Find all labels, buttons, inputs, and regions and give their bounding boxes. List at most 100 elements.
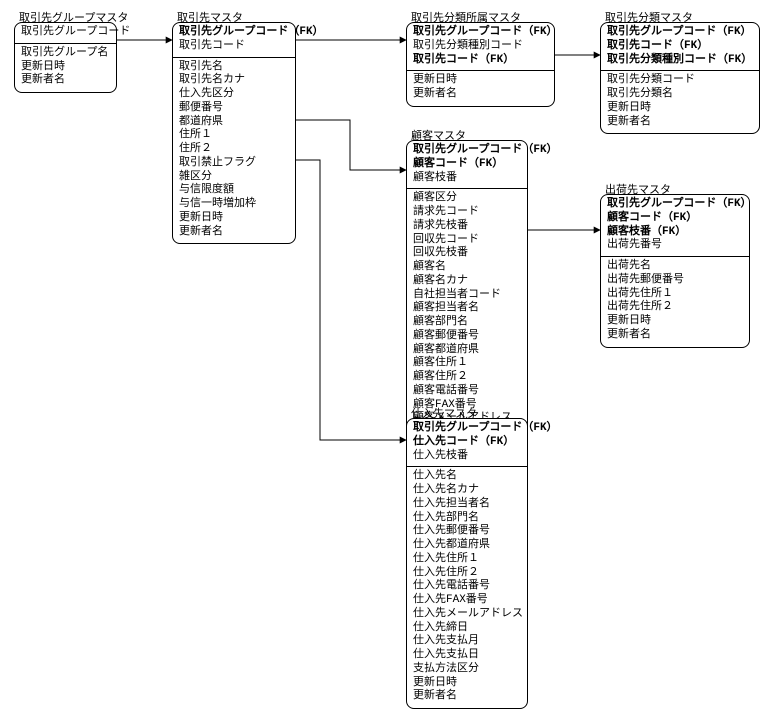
field: 顧客都道府県	[413, 344, 521, 358]
entity-cat: 取引先分類マスタ 取引先グループコード（FK）取引先コード（FK）取引先分類種別…	[600, 22, 760, 134]
field: 顧客名カナ	[413, 275, 521, 289]
field: 仕入先区分	[179, 88, 289, 102]
field: 仕入先名	[413, 470, 521, 484]
field: 仕入先部門名	[413, 512, 521, 526]
field: 仕入先枝番	[413, 450, 521, 464]
attrs-section: 取引先名取引先名カナ仕入先区分郵便番号都道府県住所１住所２取引禁止フラグ雑区分与…	[173, 58, 295, 244]
field: 回収先コード	[413, 234, 521, 248]
field: 更新日時	[21, 61, 110, 75]
field: 住所１	[179, 129, 289, 143]
field: 出荷先番号	[607, 239, 743, 253]
field: 自社担当者コード	[413, 289, 521, 303]
attrs-section: 更新日時更新者名	[407, 71, 554, 106]
field: 取引先コード（FK）	[413, 54, 548, 68]
attrs-section: 仕入先名仕入先名カナ仕入先担当者名仕入先部門名仕入先郵便番号仕入先都道府県仕入先…	[407, 467, 527, 708]
field: 更新者名	[607, 116, 753, 130]
field: 仕入先都道府県	[413, 539, 521, 553]
field: 顧客コード（FK）	[413, 158, 521, 172]
field: 支払方法区分	[413, 663, 521, 677]
pk-section: 取引先グループコード（FK）取引先コード	[173, 23, 295, 58]
field: 顧客名	[413, 261, 521, 275]
field: 出荷先郵便番号	[607, 274, 743, 288]
field: 取引禁止フラグ	[179, 157, 289, 171]
pk-section: 取引先グループコード（FK）顧客コード（FK）顧客枝番	[407, 141, 527, 189]
field: 顧客住所１	[413, 357, 521, 371]
entity-title: 取引先グループマスタ	[19, 9, 128, 25]
field: 請求先枝番	[413, 220, 521, 234]
pk-section: 取引先グループコード（FK）仕入先コード（FK）仕入先枝番	[407, 419, 527, 467]
field: 取引先グループコード（FK）	[413, 144, 521, 158]
field: 取引先分類コード	[607, 74, 753, 88]
field: 郵便番号	[179, 102, 289, 116]
field: 出荷先住所２	[607, 301, 743, 315]
entity-cat-assoc: 取引先分類所属マスタ 取引先グループコード（FK）取引先分類種別コード取引先コー…	[406, 22, 555, 107]
entity-partner: 取引先マスタ 取引先グループコード（FK）取引先コード 取引先名取引先名カナ仕入…	[172, 22, 296, 244]
entity-title: 取引先分類所属マスタ	[411, 9, 521, 25]
field: 仕入先支払日	[413, 649, 521, 663]
pk-section: 取引先グループコード（FK）顧客コード（FK）顧客枝番（FK）出荷先番号	[601, 195, 749, 257]
field: 仕入先住所２	[413, 567, 521, 581]
field: 取引先グループコード（FK）	[607, 198, 743, 212]
entity-title: 取引先分類マスタ	[605, 9, 693, 25]
field: 与信一時増加枠	[179, 198, 289, 212]
field: 顧客住所２	[413, 371, 521, 385]
field: 更新日時	[413, 74, 548, 88]
field: 仕入先FAX番号	[413, 594, 521, 608]
field: 更新者名	[607, 329, 743, 343]
field: 取引先コード（FK）	[607, 40, 753, 54]
field: 取引先グループ名	[21, 47, 110, 61]
field: 出荷先住所１	[607, 288, 743, 302]
field: 回収先枝番	[413, 247, 521, 261]
field: 顧客担当者名	[413, 302, 521, 316]
field: 取引先グループコード（FK）	[607, 26, 753, 40]
field: 雑区分	[179, 171, 289, 185]
field: 更新者名	[413, 690, 521, 704]
field: 仕入先締日	[413, 622, 521, 636]
field: 顧客区分	[413, 192, 521, 206]
attrs-section: 出荷先名出荷先郵便番号出荷先住所１出荷先住所２更新日時更新者名	[601, 257, 749, 347]
field: 顧客枝番（FK）	[607, 226, 743, 240]
entity-group: 取引先グループマスタ 取引先グループコード 取引先グループ名更新日時更新者名	[14, 22, 117, 93]
field: 取引先名カナ	[179, 74, 289, 88]
field: 仕入先メールアドレス	[413, 608, 521, 622]
entity-ship: 出荷先マスタ 取引先グループコード（FK）顧客コード（FK）顧客枝番（FK）出荷…	[600, 194, 750, 348]
attrs-section: 取引先グループ名更新日時更新者名	[15, 44, 116, 92]
field: 都道府県	[179, 116, 289, 130]
entity-title: 取引先マスタ	[177, 9, 243, 25]
field: 取引先分類種別コード（FK）	[607, 54, 753, 68]
field: 顧客郵便番号	[413, 330, 521, 344]
field: 取引先グループコード（FK）	[413, 422, 521, 436]
field: 仕入先郵便番号	[413, 525, 521, 539]
field: 仕入先コード（FK）	[413, 436, 521, 450]
field: 顧客コード（FK）	[607, 212, 743, 226]
field: 与信限度額	[179, 184, 289, 198]
field: 更新日時	[413, 677, 521, 691]
field: 顧客電話番号	[413, 385, 521, 399]
entity-title: 出荷先マスタ	[605, 181, 671, 197]
field: 取引先分類名	[607, 88, 753, 102]
field: 仕入先住所１	[413, 553, 521, 567]
field: 取引先コード	[179, 40, 289, 54]
field: 仕入先電話番号	[413, 580, 521, 594]
pk-section: 取引先グループコード	[15, 23, 116, 44]
field: 更新者名	[179, 226, 289, 240]
entity-title: 仕入先マスタ	[411, 405, 477, 421]
field: 更新者名	[21, 74, 110, 88]
field: 取引先グループコード	[21, 26, 110, 40]
field: 出荷先名	[607, 260, 743, 274]
field: 更新日時	[179, 212, 289, 226]
field: 住所２	[179, 143, 289, 157]
field: 仕入先担当者名	[413, 498, 521, 512]
entity-title: 顧客マスタ	[411, 127, 466, 143]
field: 更新日時	[607, 315, 743, 329]
field: 顧客枝番	[413, 172, 521, 186]
pk-section: 取引先グループコード（FK）取引先分類種別コード取引先コード（FK）	[407, 23, 554, 71]
field: 顧客部門名	[413, 316, 521, 330]
field: 仕入先名カナ	[413, 484, 521, 498]
field: 取引先名	[179, 61, 289, 75]
pk-section: 取引先グループコード（FK）取引先コード（FK）取引先分類種別コード（FK）	[601, 23, 759, 71]
field: 請求先コード	[413, 206, 521, 220]
field: 更新者名	[413, 88, 548, 102]
field: 取引先グループコード（FK）	[413, 26, 548, 40]
field: 仕入先支払月	[413, 635, 521, 649]
